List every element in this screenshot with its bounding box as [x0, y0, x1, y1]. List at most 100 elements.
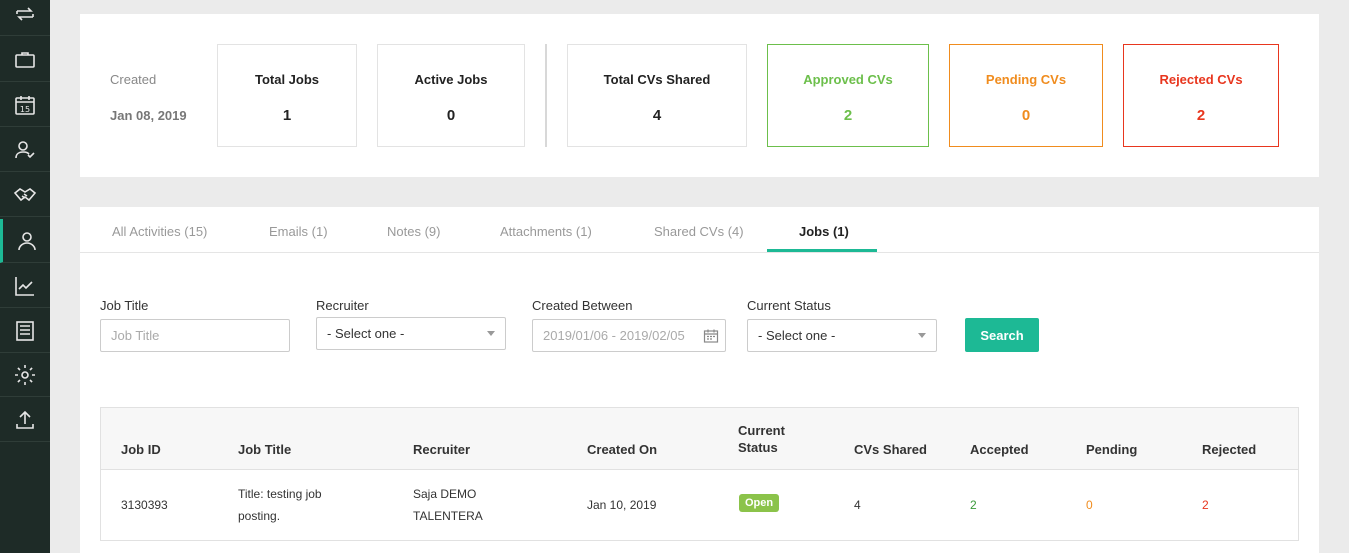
stat-label: Approved CVs [803, 72, 893, 87]
column-header: Accepted [970, 442, 1029, 457]
user-check-icon [15, 140, 35, 158]
users-icon [17, 231, 36, 250]
active-tab-underline [767, 249, 877, 252]
stat-value: 2 [843, 107, 853, 124]
column-header: Recruiter [413, 442, 471, 457]
sidebar-item-contacts[interactable] [0, 219, 50, 263]
stat-label: Rejected CVs [1159, 72, 1243, 87]
stat-total-cvs-shared: Total CVs Shared 4 [567, 44, 747, 147]
sidebar-item-settings[interactable] [0, 353, 50, 397]
tab-count: (15) [184, 224, 208, 239]
status-select-value: - Select one - [758, 328, 836, 343]
cell-rejected: 2 [1202, 498, 1209, 512]
sidebar-item-jobs[interactable] [0, 38, 50, 82]
tab-emails[interactable]: Emails (1) [269, 224, 328, 239]
stat-label: Total CVs Shared [603, 72, 711, 87]
sidebar-item-documents[interactable] [0, 309, 50, 353]
tab-label: Notes [387, 224, 421, 239]
sidebar-item-reports[interactable] [0, 264, 50, 308]
created-label: Created [110, 72, 157, 87]
tab-count: (4) [727, 224, 744, 239]
stat-value: 0 [1021, 107, 1031, 124]
stat-label: Pending CVs [985, 72, 1067, 87]
chevron-down-icon [487, 331, 495, 336]
current-status-label: Current Status [747, 298, 831, 313]
stat-value: 4 [652, 107, 662, 124]
chevron-down-icon [918, 333, 926, 338]
sidebar: 15 [0, 0, 50, 553]
column-header: Rejected [1202, 442, 1257, 457]
sidebar-item-repeat[interactable] [0, 0, 50, 36]
briefcase-icon [15, 51, 35, 68]
recruiter-select-value: - Select one - [327, 326, 405, 341]
tab-attachments[interactable]: Attachments (1) [500, 224, 592, 239]
upload-icon [16, 410, 34, 429]
stat-approved-cvs: Approved CVs 2 [767, 44, 929, 147]
summary-card: Created Jan 08, 2019 Total Jobs 1 Active… [80, 14, 1319, 177]
column-header: Created On [587, 442, 658, 457]
stat-pending-cvs: Pending CVs 0 [949, 44, 1103, 147]
column-header: Current Status [738, 423, 785, 455]
calendar-icon [703, 329, 719, 343]
stat-active-jobs: Active Jobs 0 [377, 44, 525, 147]
stats-divider [545, 44, 547, 147]
column-header: Job ID [121, 442, 161, 457]
tab-count: (9) [424, 224, 441, 239]
tab-count: (1) [311, 224, 328, 239]
stat-value: 0 [446, 107, 456, 124]
stat-value: 1 [282, 107, 292, 124]
recruiter-select[interactable]: - Select one - [316, 317, 506, 350]
search-button[interactable]: Search [965, 318, 1039, 352]
tab-label: Shared CVs [654, 224, 725, 239]
handshake-icon [13, 187, 37, 201]
repeat-icon [16, 6, 34, 21]
tab-jobs[interactable]: Jobs (1) [799, 224, 849, 239]
cell-pending: 0 [1086, 498, 1093, 512]
cell-cvs-shared: 4 [854, 498, 861, 512]
stat-value: 2 [1196, 107, 1206, 124]
date-range-value: 2019/01/06 - 2019/02/05 [543, 328, 685, 343]
status-badge: Open [739, 494, 780, 512]
gear-icon [15, 364, 35, 385]
stat-rejected-cvs: Rejected CVs 2 [1123, 44, 1279, 147]
tab-shared-cvs[interactable]: Shared CVs (4) [654, 224, 744, 239]
tab-notes[interactable]: Notes (9) [387, 224, 440, 239]
created-date: Jan 08, 2019 [110, 108, 187, 123]
recruiter-label: Recruiter [316, 298, 369, 313]
column-header: CVs Shared [854, 442, 927, 457]
document-icon [16, 320, 34, 341]
svg-text:15: 15 [20, 105, 30, 114]
sidebar-item-upload[interactable] [0, 398, 50, 442]
cell-job-title: Title: testing job posting. [238, 487, 322, 523]
tab-label: All Activities [112, 224, 181, 239]
cell-recruiter: Saja DEMO TALENTERA [413, 487, 483, 523]
stat-label: Active Jobs [414, 72, 488, 87]
chart-line-icon [15, 276, 34, 296]
created-between-label: Created Between [532, 298, 633, 313]
column-header: Job Title [238, 442, 292, 457]
tab-all-activities[interactable]: All Activities (15) [112, 224, 207, 239]
column-header: Pending [1086, 442, 1138, 457]
sidebar-item-candidates[interactable] [0, 128, 50, 172]
sidebar-item-deals[interactable] [0, 173, 50, 217]
stat-total-jobs: Total Jobs 1 [217, 44, 357, 147]
tab-count: (1) [832, 224, 849, 239]
tab-label: Emails [269, 224, 309, 239]
tab-label: Attachments [500, 224, 573, 239]
cell-accepted: 2 [970, 498, 977, 512]
sidebar-item-calendar[interactable]: 15 [0, 83, 50, 127]
activity-tabs: All Activities (15) Emails (1) Notes (9)… [80, 207, 1319, 253]
activity-card: All Activities (15) Emails (1) Notes (9)… [80, 207, 1319, 553]
jobs-table: Job ID Job Title Recruiter Created On Cu… [100, 407, 1299, 541]
tab-label: Jobs [799, 224, 830, 239]
calendar-icon: 15 [15, 95, 35, 115]
date-range-input[interactable]: 2019/01/06 - 2019/02/05 [532, 319, 726, 352]
cell-created-on: Jan 10, 2019 [587, 498, 657, 512]
stat-label: Total Jobs [254, 72, 320, 87]
status-select[interactable]: - Select one - [747, 319, 937, 352]
cell-job-id: 3130393 [121, 498, 168, 512]
job-title-input[interactable]: Job Title [100, 319, 290, 352]
job-title-label: Job Title [100, 298, 149, 313]
table-header: Job ID Job Title Recruiter Created On Cu… [101, 408, 1298, 470]
tab-count: (1) [575, 224, 592, 239]
